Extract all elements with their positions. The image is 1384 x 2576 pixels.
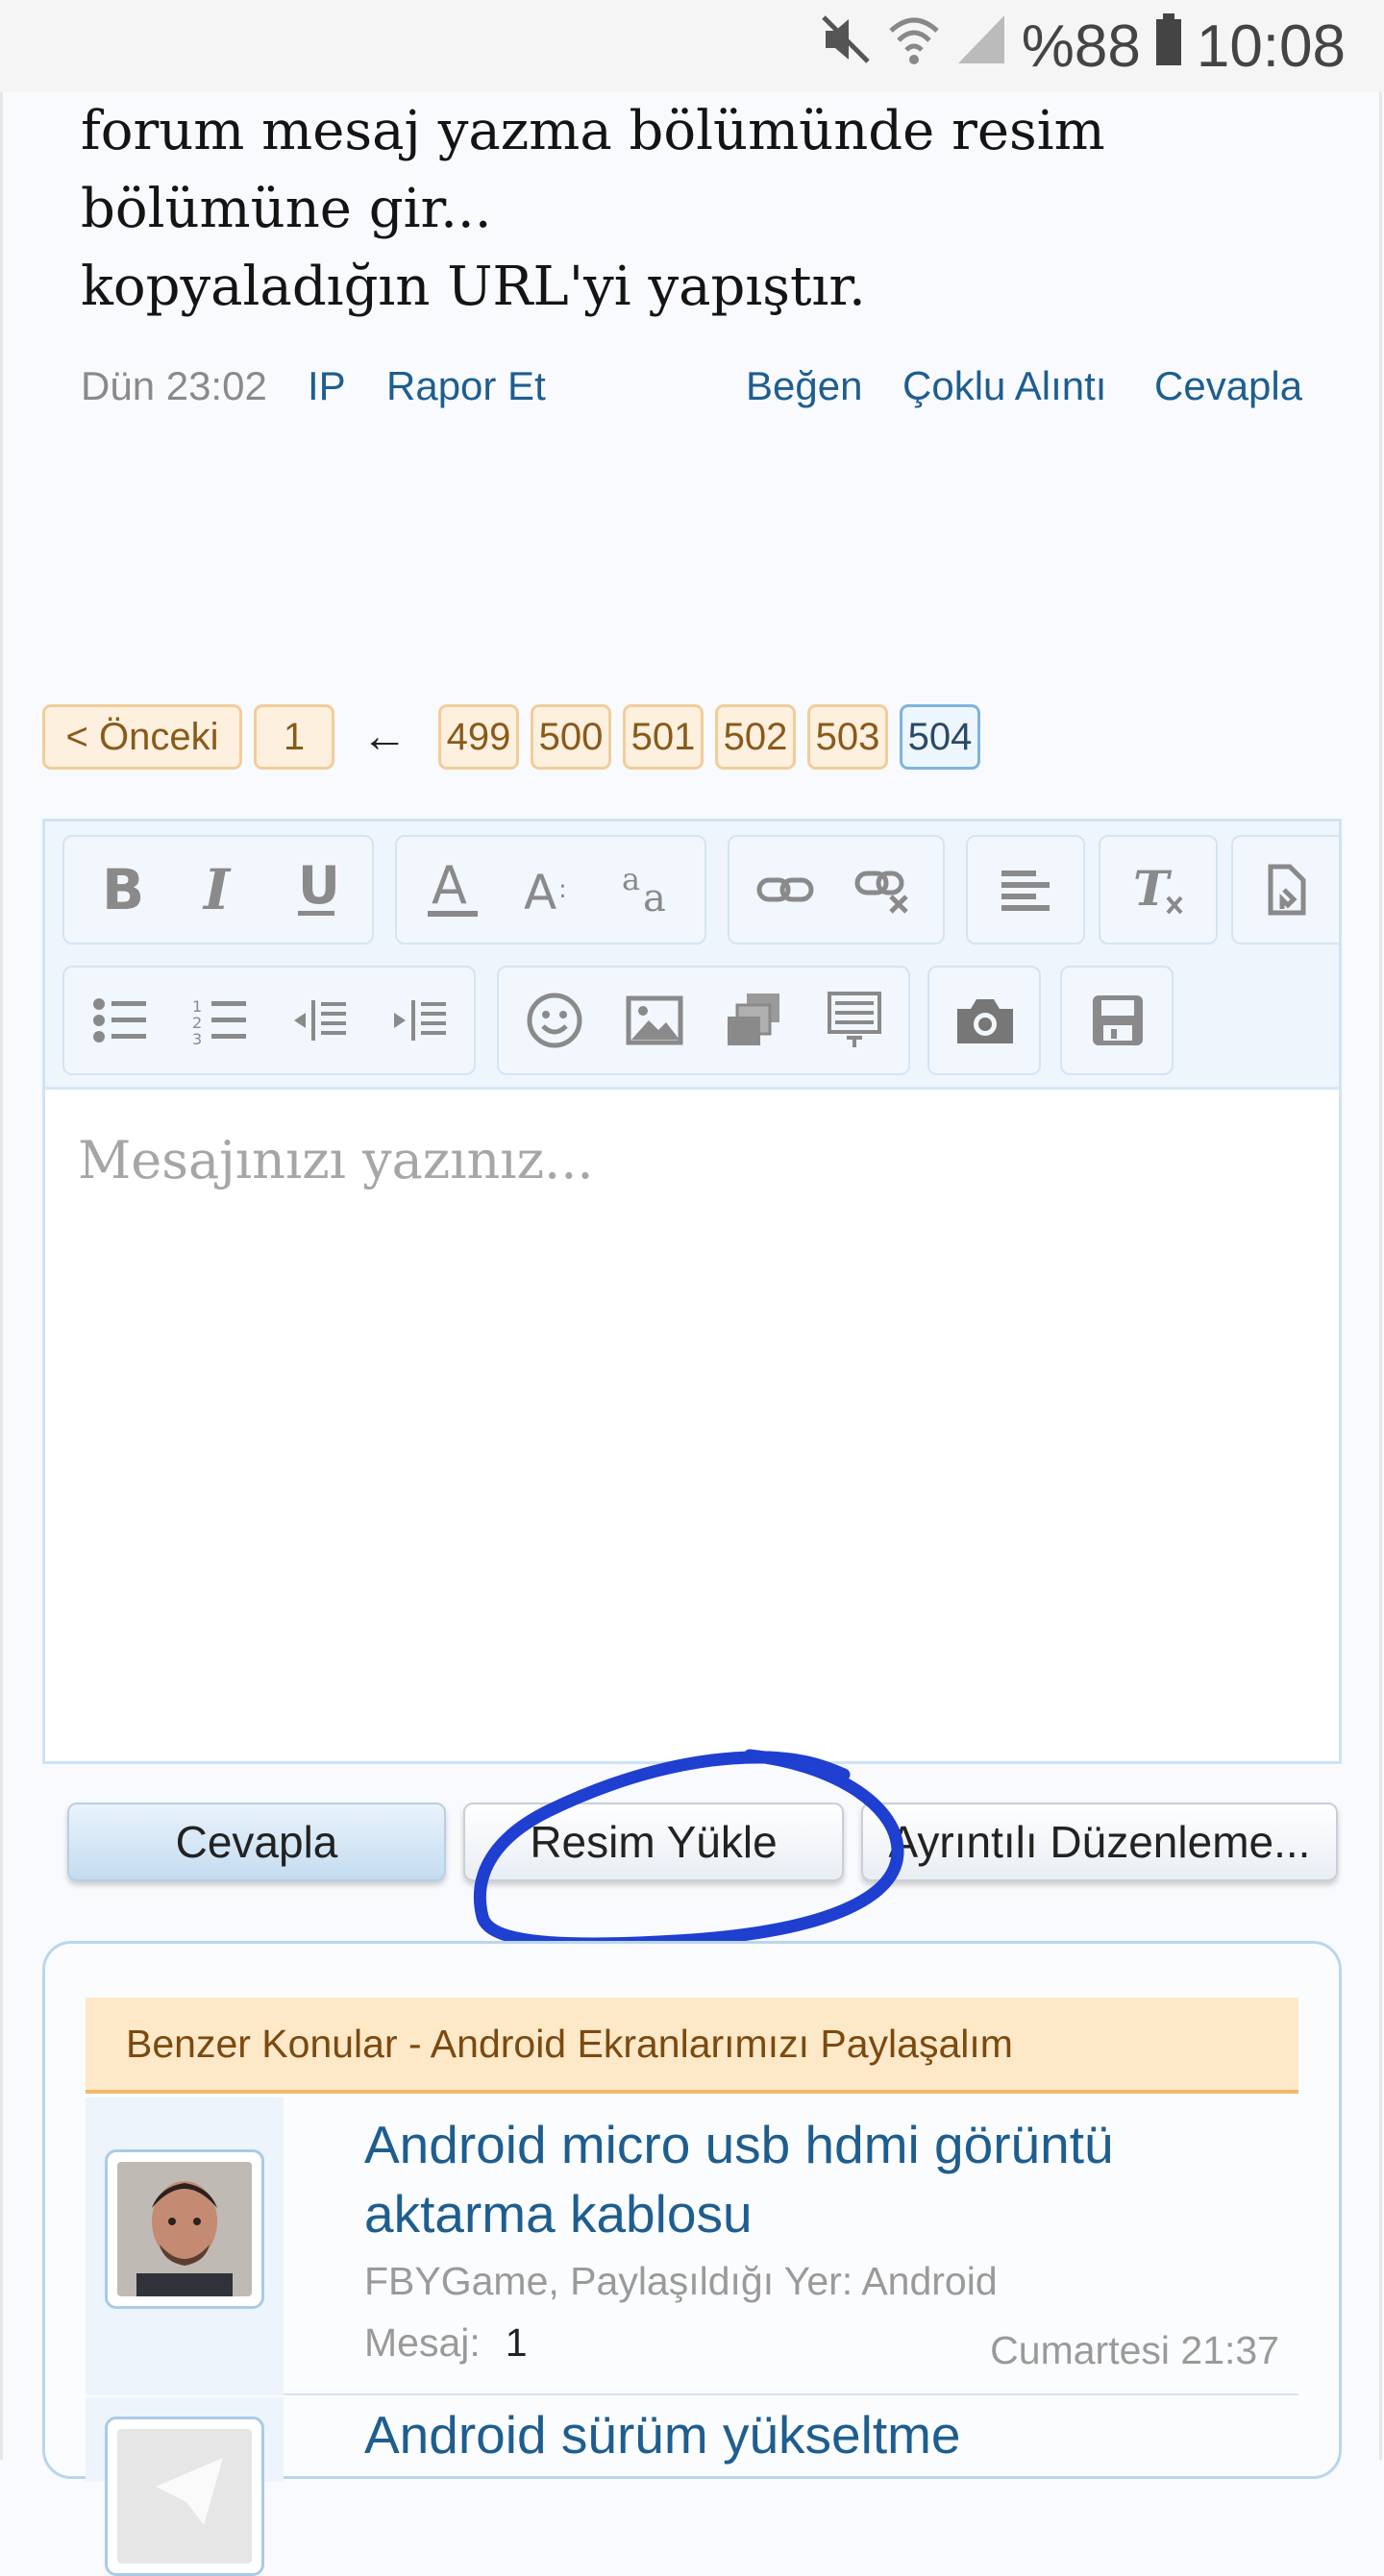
avatar[interactable]: [105, 2417, 264, 2576]
svg-text:U: U: [298, 859, 340, 916]
thread-title-line[interactable]: aktarma kablosu: [364, 2180, 753, 2247]
upload-image-button[interactable]: Resim Yükle: [463, 1803, 844, 1881]
message-textarea[interactable]: Mesajınızı yazınız...: [45, 1090, 1339, 1761]
similar-thread-item[interactable]: Android micro usb hdmi görüntü aktarma k…: [86, 2098, 1298, 2395]
similar-threads-header: Benzer Konular - Android Ekranlarımızı P…: [86, 1998, 1298, 2094]
toolbar-group-media: [497, 966, 910, 1075]
svg-text:B: B: [102, 861, 144, 919]
battery-icon: [1154, 12, 1183, 81]
message-editor: B I U A A: aa T 1 2 3 Mesajınızı yazınız…: [42, 819, 1342, 1764]
underline-icon[interactable]: U: [268, 837, 364, 943]
thread-title-line[interactable]: Android micro usb hdmi görüntü: [364, 2111, 1114, 2178]
status-icons: %88 10:08: [818, 12, 1346, 81]
insert-icon[interactable]: [806, 968, 902, 1073]
message-count-value: 1: [505, 2320, 528, 2365]
numbered-list-icon[interactable]: 123: [172, 968, 268, 1073]
page-502-button[interactable]: 502: [715, 704, 796, 770]
unlink-icon[interactable]: [835, 837, 931, 943]
svg-text:3: 3: [192, 1030, 202, 1044]
post-line: kopyaladığın URL'yi yapıştır.: [81, 256, 866, 318]
status-bar: %88 10:08: [0, 0, 1384, 92]
svg-text:I: I: [202, 861, 232, 919]
page-jump-arrow[interactable]: ←: [361, 710, 408, 763]
default-avatar-image: [117, 2429, 252, 2564]
toolbar-group-camera: [927, 966, 1041, 1075]
multi-quote-link[interactable]: Çoklu Alıntı: [902, 363, 1106, 409]
font-family-icon[interactable]: aa: [601, 837, 697, 943]
similar-thread-item[interactable]: Android sürüm yükseltme: [86, 2397, 1298, 2576]
ip-link[interactable]: IP: [308, 363, 346, 409]
italic-icon[interactable]: I: [170, 837, 266, 943]
prev-page-button[interactable]: < Önceki: [42, 704, 242, 770]
svg-text::: :: [558, 875, 567, 904]
post-line: bölümüne gir...: [81, 178, 492, 240]
svg-text:A: A: [524, 865, 556, 919]
outdent-icon[interactable]: [272, 968, 368, 1073]
save-icon[interactable]: [1070, 968, 1166, 1073]
align-icon[interactable]: [977, 837, 1074, 943]
page-503-button[interactable]: 503: [807, 704, 888, 770]
mute-icon: [818, 12, 874, 81]
svg-text:T: T: [1133, 861, 1173, 917]
signal-icon: [954, 12, 1008, 81]
message-count-label: Mesaj:: [364, 2320, 481, 2365]
remove-format-icon[interactable]: T: [1110, 837, 1206, 943]
page-504-current[interactable]: 504: [900, 704, 980, 770]
page-499-button[interactable]: 499: [438, 704, 519, 770]
bb-code-icon[interactable]: [1239, 837, 1335, 943]
toolbar-group-lists: 123: [62, 966, 476, 1075]
toolbar-group-text-style: B I U: [62, 835, 374, 945]
toolbar-group-bbcode: [1231, 835, 1339, 945]
bold-icon[interactable]: B: [72, 837, 168, 943]
font-color-icon[interactable]: A: [405, 837, 501, 943]
report-link[interactable]: Rapor Et: [386, 363, 546, 409]
toolbar-group-save: [1060, 966, 1174, 1075]
page-500-button[interactable]: 500: [531, 704, 611, 770]
avatar[interactable]: [105, 2149, 264, 2309]
svg-text:a: a: [643, 876, 666, 919]
toolbar-group-format: T: [1099, 835, 1218, 945]
thread-date: Cumartesi 21:37: [990, 2328, 1279, 2372]
toolbar-group-font: A A: aa: [395, 835, 706, 945]
post-body: forum mesaj yazma bölümünde resim bölümü…: [81, 92, 1282, 326]
like-link[interactable]: Beğen: [746, 363, 862, 409]
toolbar-group-align: [966, 835, 1085, 945]
wifi-icon: [887, 12, 941, 81]
clock: 10:08: [1196, 12, 1346, 80]
page-1-button[interactable]: 1: [254, 704, 334, 770]
post-line: forum mesaj yazma bölümünde resim: [81, 100, 1105, 162]
thread-message-count: Mesaj: 1: [364, 2320, 528, 2366]
battery-percent: %88: [1021, 12, 1141, 80]
link-icon[interactable]: [737, 837, 833, 943]
bullet-list-icon[interactable]: [72, 968, 168, 1073]
indent-icon[interactable]: [372, 968, 468, 1073]
reply-link[interactable]: Cevapla: [1154, 363, 1302, 409]
page-501-button[interactable]: 501: [623, 704, 704, 770]
editor-toolbar: B I U A A: aa T 1 2 3: [45, 822, 1339, 1090]
toolbar-group-link: [728, 835, 945, 945]
thread-meta: FBYGame, Paylaşıldığı Yer: Android: [364, 2259, 998, 2303]
media-icon[interactable]: [706, 968, 803, 1073]
message-placeholder: Mesajınızı yazınız...: [78, 1130, 594, 1190]
reply-button[interactable]: Cevapla: [67, 1803, 446, 1881]
similar-threads-panel: Benzer Konular - Android Ekranlarımızı P…: [42, 1941, 1342, 2576]
smiley-icon[interactable]: [507, 968, 603, 1073]
user-avatar-image: [117, 2162, 252, 2296]
advanced-edit-button[interactable]: Ayrıntılı Düzenleme...: [861, 1803, 1338, 1881]
thread-title-line[interactable]: Android sürüm yükseltme: [364, 2401, 961, 2468]
image-icon[interactable]: [606, 968, 703, 1073]
svg-text:a: a: [622, 861, 640, 897]
post-meta: Dün 23:02 IP Rapor Et Beğen Çoklu Alıntı…: [81, 363, 1306, 417]
font-size-icon[interactable]: A:: [503, 837, 599, 943]
thread-divider: [284, 2393, 1298, 2395]
camera-icon[interactable]: [937, 968, 1033, 1073]
svg-text:A: A: [432, 859, 467, 916]
post-time: Dün 23:02: [81, 363, 267, 408]
